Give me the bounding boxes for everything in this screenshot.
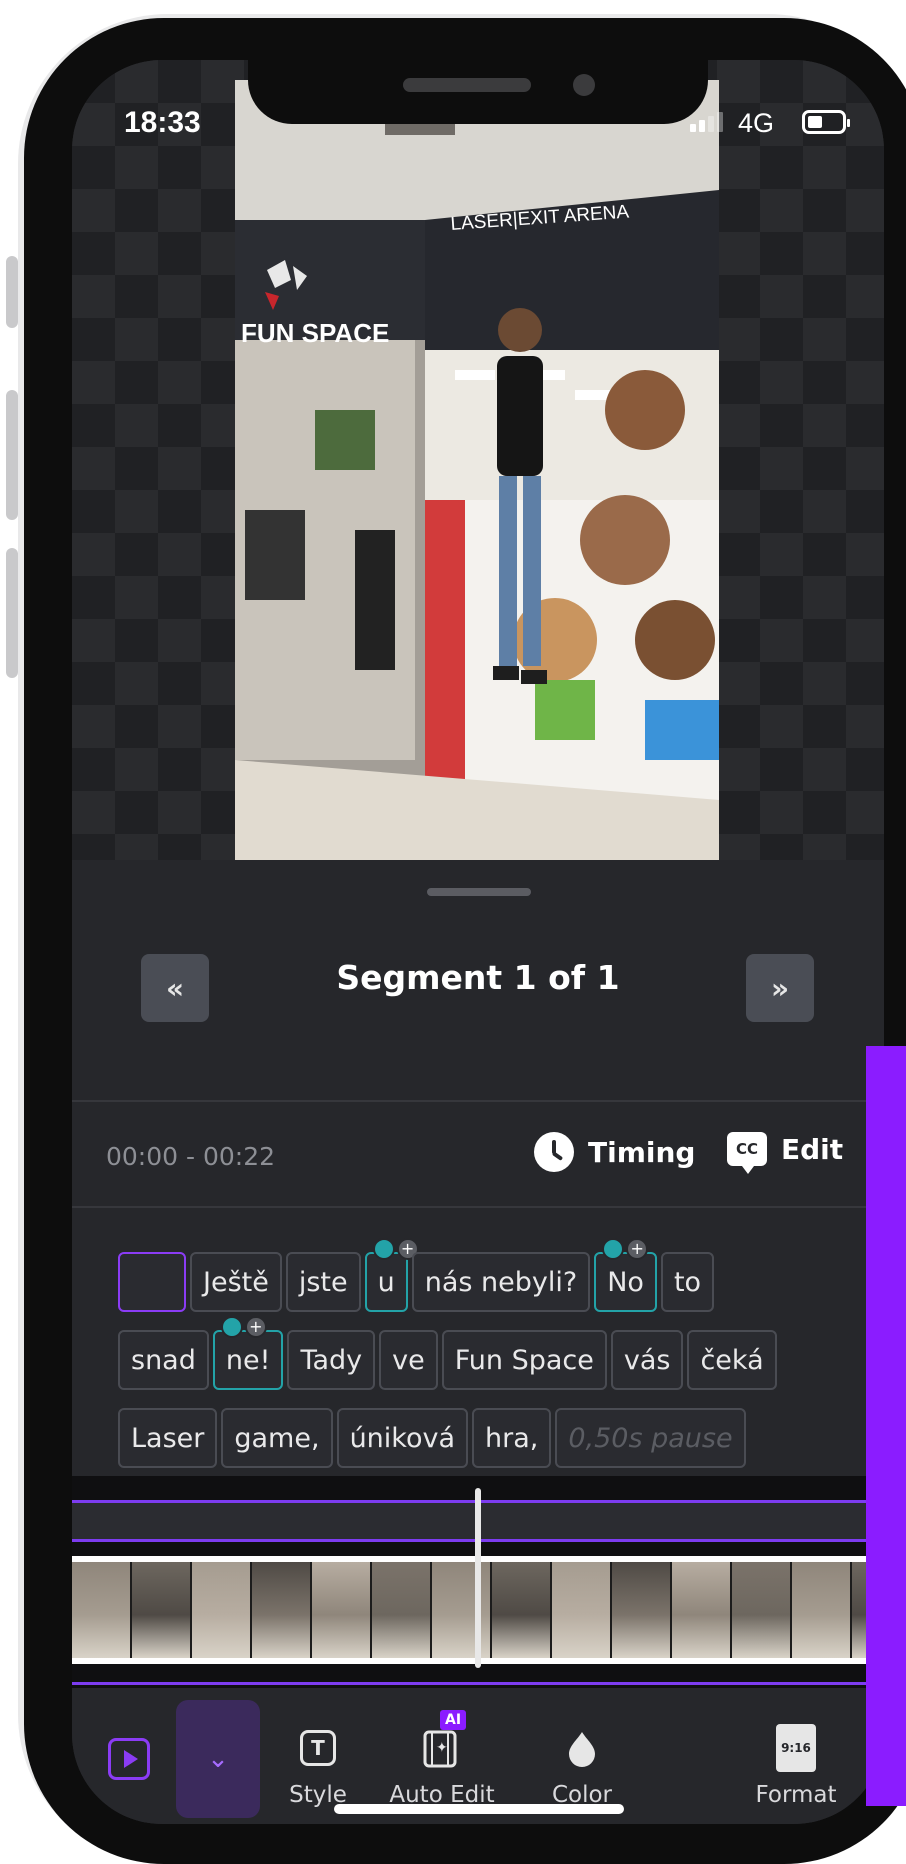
timeline-bottom-line [72,1682,884,1685]
word-chip[interactable]: game, [221,1408,333,1468]
word-chip[interactable]: Tady [287,1330,376,1390]
emoji-icon [220,1316,243,1338]
auto-edit-tool-button[interactable]: ✦ AI Auto Edit [372,1710,512,1808]
droplet-icon [569,1732,595,1767]
phone-side-button [6,256,18,328]
film-sparkle-icon: ✦ [423,1730,457,1768]
divider [72,1100,884,1102]
editor-panel: « Segment 1 of 1 » 00:00 - 00:22 Timing … [72,860,884,1824]
emoji-add-badge[interactable]: + [220,1316,267,1338]
timing-button[interactable]: Timing [534,1132,695,1172]
word-chip[interactable]: Fun Space [441,1330,607,1390]
chevron-down-icon[interactable]: ⌄ [176,1700,260,1818]
word-chip[interactable]: nás nebyli? [411,1252,591,1312]
app-screen: FUN SPACE LASER|EXIT ARENA 18:33 4G « Se… [72,60,884,1824]
pause-chip[interactable]: 0,50s pause [555,1408,746,1468]
home-indicator[interactable] [334,1804,624,1814]
segment-time-range: 00:00 - 00:22 [106,1142,276,1171]
word-chip[interactable]: Ještě [190,1252,282,1312]
play-icon[interactable] [108,1738,150,1780]
divider [72,1206,884,1208]
speaker-grille [403,78,531,92]
style-tool-button[interactable]: T Style [258,1726,378,1808]
thumbnail-frame [72,1562,130,1658]
phone-notch [248,60,708,124]
previous-segment-button[interactable]: « [141,954,209,1022]
thumbnail-frame [132,1562,190,1658]
word-chip-emoji[interactable]: + u [364,1238,419,1312]
edit-label: Edit [781,1132,844,1166]
ai-badge: AI [440,1710,467,1730]
svg-text:✦: ✦ [436,1740,448,1756]
caption-row: Laser game, úniková hra, 0,50s pause [118,1408,858,1470]
segment-title: Segment 1 of 1 [336,958,620,997]
thumbnail-frame [792,1562,850,1658]
status-time: 18:33 [124,106,201,139]
video-preview[interactable]: FUN SPACE LASER|EXIT ARENA [235,80,719,860]
closed-caption-icon: CC [727,1132,767,1174]
thumbnail-frame [672,1562,730,1658]
playhead[interactable] [475,1488,481,1668]
sign-fun-space: FUN SPACE [241,318,389,348]
network-type: 4G [738,108,775,138]
phone-side-button [6,390,18,520]
word-chip-emoji[interactable]: + ne! [212,1316,284,1390]
emoji-icon [602,1238,625,1260]
word-chip[interactable]: to [660,1252,715,1312]
format-tool-button[interactable]: 9:16 Format [736,1724,856,1808]
word-chip[interactable]: čeká [687,1330,777,1390]
timing-label: Timing [588,1135,696,1169]
thumbnail-frame [612,1562,670,1658]
color-tool-button[interactable]: Color [522,1726,642,1808]
word-chip[interactable]: jste [285,1252,361,1312]
thumbnail-frame [372,1562,430,1658]
word-chip[interactable]: Laser [118,1408,218,1468]
thumbnail-frame [252,1562,310,1658]
emoji-icon [372,1238,395,1260]
word-chip-selected[interactable] [118,1252,186,1312]
word-text: ne! [225,1344,271,1376]
plus-icon: + [244,1316,267,1338]
caption-words: Ještě jste + u nás nebyli? + No to snad … [118,1238,858,1486]
word-chip[interactable]: úniková [336,1408,469,1468]
word-chip[interactable]: vás [610,1330,684,1390]
thumbnail-frame [192,1562,250,1658]
word-chip[interactable]: snad [118,1330,209,1390]
text-style-icon: T [300,1730,336,1766]
edit-captions-button[interactable]: CC Edit [727,1132,844,1174]
thumbnail-frame [492,1562,550,1658]
battery-icon [802,110,850,134]
accent-side-strip [866,1046,906,1806]
drag-handle[interactable] [427,888,531,896]
thumbnail-frame [312,1562,370,1658]
thumbnail-frame [552,1562,610,1658]
signal-icon [690,112,726,132]
thumbnail-frame [732,1562,790,1658]
word-chip[interactable]: hra, [472,1408,552,1468]
clock-icon [534,1132,574,1172]
word-text: u [377,1266,395,1298]
aspect-ratio-icon: 9:16 [776,1724,816,1772]
caption-row: Ještě jste + u nás nebyli? + No to [118,1238,858,1314]
word-text: No [607,1266,644,1298]
word-chip[interactable]: ve [379,1330,438,1390]
word-chip-emoji[interactable]: + No [594,1238,657,1312]
caption-row: snad + ne! Tady ve Fun Space vás čeká [118,1316,858,1392]
emoji-add-badge[interactable]: + [602,1238,649,1260]
front-camera [573,74,595,96]
format-label: Format [755,1782,837,1808]
video-frame: FUN SPACE LASER|EXIT ARENA [235,80,719,860]
plus-icon: + [626,1238,649,1260]
thumbnail-frame [432,1562,490,1658]
phone-side-button [6,548,18,678]
next-segment-button[interactable]: » [746,954,814,1022]
